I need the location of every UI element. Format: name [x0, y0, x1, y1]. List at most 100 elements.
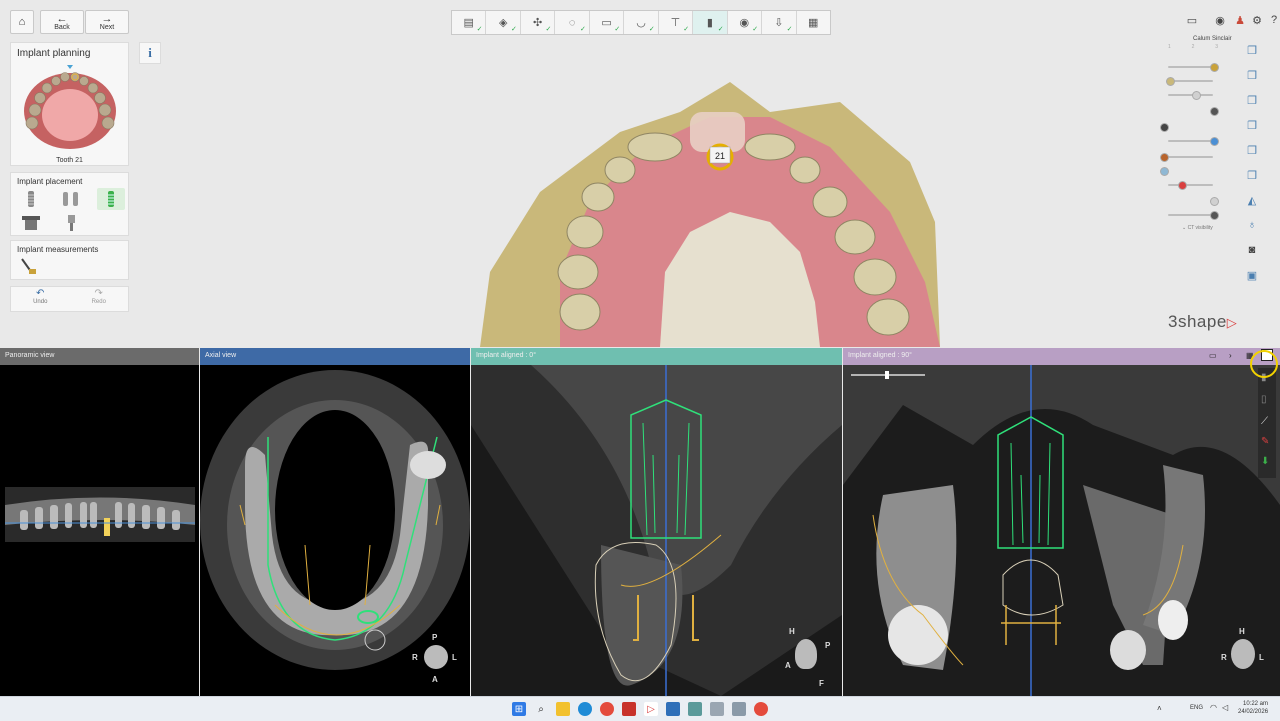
copy-layer-icon-4[interactable]: ❐: [1245, 119, 1259, 132]
chevron-up-icon[interactable]: ˄: [1157, 704, 1162, 713]
layer-slider-7[interactable]: [1160, 153, 1213, 162]
copy-layer-icon-6[interactable]: ❐: [1245, 169, 1259, 182]
redo-button[interactable]: ↷ Redo: [70, 287, 129, 311]
aligned-90-image: [843, 365, 1280, 696]
layer-slider-6[interactable]: [1168, 137, 1219, 146]
clock[interactable]: 10:22 am 24/02/2026: [1238, 700, 1268, 716]
axial-view-title: Axial view: [205, 352, 237, 359]
axial-view[interactable]: Axial view P R L A: [200, 348, 470, 696]
copy-layer-icon-5[interactable]: ❐: [1245, 144, 1259, 157]
search-icon[interactable]: ⌕: [534, 702, 548, 716]
workflow-step-abutment[interactable]: ⊤ ✓: [659, 11, 694, 34]
implant-aligned-90-view[interactable]: Implant aligned : 90° ▭ › ▦ H R L: [843, 348, 1280, 696]
undo-redo-panel: ↶ Undo ↷ Redo: [10, 286, 129, 312]
app-teal-icon[interactable]: [688, 702, 702, 716]
monitor-icon[interactable]: ▭: [1185, 14, 1199, 27]
back-label: Back: [54, 23, 70, 31]
panoramic-view[interactable]: Panoramic view: [0, 348, 199, 696]
panoramic-image: [5, 487, 195, 542]
checkmark-icon: ✓: [786, 26, 793, 33]
layer-slider-3[interactable]: [1168, 91, 1213, 100]
active-implant-tool-icon[interactable]: [97, 188, 125, 210]
tool-icon-2[interactable]: ▯: [1261, 394, 1267, 405]
chevron-right-icon[interactable]: ›: [1229, 351, 1232, 360]
home-button[interactable]: ⌂: [10, 10, 34, 34]
layer-slider-2[interactable]: [1166, 77, 1213, 86]
download-icon[interactable]: ⬇: [1261, 456, 1269, 467]
tooth-label: Tooth 21: [56, 157, 83, 164]
shape-icon[interactable]: ◭: [1245, 194, 1259, 207]
back-button[interactable]: ← Back: [40, 10, 84, 34]
export-icon[interactable]: ▣: [1245, 269, 1259, 282]
implant-aligned-0-view[interactable]: Implant aligned : 0° H P A F: [471, 348, 842, 696]
help-icon[interactable]: ?: [1267, 14, 1280, 26]
checkmark-icon: ✓: [579, 26, 586, 33]
copy-layer-icon-2[interactable]: ❐: [1245, 69, 1259, 82]
app-active-icon[interactable]: [754, 702, 768, 716]
model-icon: ▭: [601, 17, 612, 29]
checkmark-icon: ✓: [717, 26, 724, 33]
app-grey-icon-1[interactable]: [710, 702, 724, 716]
workflow-step-crown[interactable]: ◡ ✓: [624, 11, 659, 34]
sleeve-icon[interactable]: [17, 212, 45, 234]
wifi-icon[interactable]: ◠: [1210, 703, 1217, 712]
user-name: Calum Sinclair: [1193, 36, 1232, 42]
settings-icon[interactable]: ⚙: [1250, 14, 1264, 27]
user-icon[interactable]: ♟: [1233, 14, 1247, 27]
info-button[interactable]: i: [139, 42, 161, 64]
aligned-90-view-header: Implant aligned : 90° ▭ › ▦: [843, 348, 1280, 365]
workflow-step-final[interactable]: ▦: [797, 11, 830, 34]
edge-icon[interactable]: [578, 702, 592, 716]
measure-icon[interactable]: [13, 255, 41, 277]
3shape-app-icon[interactable]: ▷: [644, 702, 658, 716]
orientation-head-axial[interactable]: P R L A: [412, 633, 457, 689]
top-right-toolbar: ▭ ◉ ♟ ⚙ ?: [1185, 14, 1277, 28]
language-indicator[interactable]: ENG: [1190, 705, 1203, 711]
file-explorer-icon[interactable]: [556, 702, 570, 716]
nerve-icon[interactable]: ✎: [1261, 436, 1269, 447]
ct-slider[interactable]: [1168, 211, 1219, 220]
ruler-icon[interactable]: ⟋: [1261, 416, 1268, 427]
panoramic-view-title: Panoramic view: [5, 352, 55, 359]
undo-button[interactable]: ↶ Undo: [11, 287, 70, 311]
order-icon: ▤: [463, 17, 474, 29]
implant-icon[interactable]: [17, 188, 45, 210]
workflow-step-model[interactable]: ▭ ✓: [590, 11, 625, 34]
workflow-step-guide[interactable]: ◉ ✓: [728, 11, 763, 34]
layout-icon[interactable]: ▭: [1209, 351, 1217, 360]
next-button[interactable]: → Next: [85, 10, 129, 34]
workflow-step-implant[interactable]: ▮ ✓: [693, 11, 728, 34]
redo-icon: ↷: [94, 288, 103, 299]
workflow-step-order[interactable]: ▤ ✓: [452, 11, 487, 34]
workflow-step-export[interactable]: ⇩ ✓: [762, 11, 797, 34]
redo-label: Redo: [91, 299, 106, 305]
workflow-step-scan[interactable]: ◈ ✓: [486, 11, 521, 34]
chrome-icon[interactable]: [600, 702, 614, 716]
layer-slider-5[interactable]: [1160, 123, 1213, 132]
app-red-icon[interactable]: [622, 702, 636, 716]
camera-icon[interactable]: ◉: [1213, 14, 1227, 27]
3d-jaw-model[interactable]: 21: [470, 72, 990, 352]
workflow-step-align[interactable]: ◌ ✓: [555, 11, 590, 34]
bulb-icon[interactable]: ♁: [1245, 219, 1259, 231]
orientation-head-0[interactable]: H P A F: [785, 627, 830, 691]
copy-layer-icon-1[interactable]: ❐: [1245, 44, 1259, 57]
app-blue-icon[interactable]: [666, 702, 680, 716]
volume-icon[interactable]: ◁: [1222, 703, 1228, 712]
multi-implant-icon[interactable]: [57, 188, 85, 210]
layer-slider-9[interactable]: [1168, 181, 1213, 190]
orientation-head-90[interactable]: H R L: [1221, 627, 1264, 687]
camera-snap-icon[interactable]: ◙: [1245, 244, 1259, 256]
windows-start-icon[interactable]: ⊞: [512, 702, 526, 716]
aligned-90-view-title: Implant aligned : 90°: [848, 352, 912, 359]
workflow-step-segment[interactable]: ✣ ✓: [521, 11, 556, 34]
ct-visibility-toggle[interactable]: ⌄ CT visibility: [1182, 225, 1213, 231]
layer-slider-10[interactable]: [1168, 197, 1219, 206]
abutment-icon[interactable]: [57, 212, 85, 234]
layer-slider-1[interactable]: [1168, 63, 1219, 72]
export-icon: ⇩: [774, 17, 784, 29]
copy-layer-icon-3[interactable]: ❐: [1245, 94, 1259, 107]
layer-slider-8[interactable]: [1160, 167, 1213, 176]
layer-slider-4[interactable]: [1168, 107, 1219, 116]
app-grey-icon-2[interactable]: [732, 702, 746, 716]
